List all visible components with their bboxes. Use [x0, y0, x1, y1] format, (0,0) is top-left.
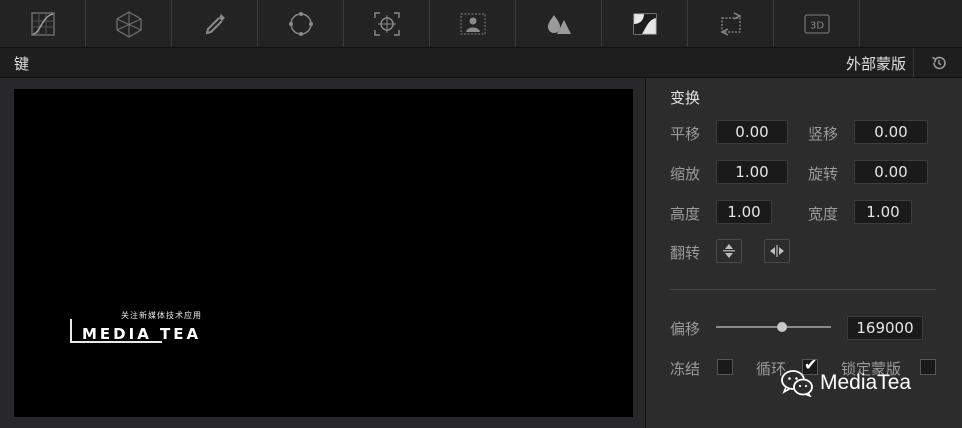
key-viewer-pane: 关注新媒体技术应用 MEDIA TEA — [0, 78, 646, 428]
blur-icon — [547, 14, 571, 34]
tool-blur[interactable] — [516, 0, 602, 47]
zoom-field[interactable]: 1.00 — [716, 160, 788, 184]
panel-title: 键 — [14, 55, 30, 73]
tool-window[interactable] — [258, 0, 344, 47]
tilt-label: 竖移 — [808, 125, 839, 143]
watermark-subtitle: 关注新媒体技术应用 — [121, 311, 202, 320]
palette-toolbar: 3D — [0, 0, 962, 48]
tool-tracker[interactable] — [344, 0, 430, 47]
flip-vertical-icon — [723, 244, 735, 258]
flip-vertical-button[interactable] — [716, 239, 742, 263]
freeze-label: 冻结 — [670, 360, 701, 378]
flip-label: 翻转 — [670, 244, 701, 262]
lock-mask-checkbox[interactable] — [920, 359, 936, 375]
height-label: 高度 — [670, 205, 701, 223]
key-icon — [633, 13, 656, 34]
key-viewer[interactable]: 关注新媒体技术应用 MEDIA TEA — [14, 89, 633, 417]
offset-slider-track[interactable] — [716, 326, 831, 328]
rotate-label: 旋转 — [808, 165, 839, 183]
tool-warper[interactable] — [86, 0, 172, 47]
rotate-field[interactable]: 0.00 — [854, 160, 928, 184]
3d-icon-label: 3D — [809, 20, 823, 31]
transform-panel: 变换 平移 0.00 竖移 0.00 缩放 1.00 旋转 0.00 高度 1.… — [646, 78, 962, 428]
flip-horizontal-icon — [770, 245, 784, 257]
offset-field[interactable]: 169000 — [847, 316, 923, 340]
width-field[interactable]: 1.00 — [854, 200, 912, 224]
section-divider — [670, 289, 936, 290]
tracker-icon — [373, 11, 400, 36]
reset-button[interactable] — [913, 48, 962, 77]
pan-field[interactable]: 0.00 — [716, 120, 788, 144]
eyedropper-icon — [205, 13, 225, 34]
wechat-watermark: MediaTea — [780, 369, 911, 397]
tool-key[interactable] — [602, 0, 688, 47]
sizing-icon — [719, 11, 742, 36]
tool-sizing[interactable] — [688, 0, 774, 47]
offset-label: 偏移 — [670, 320, 701, 338]
freeze-checkbox[interactable] — [717, 359, 733, 375]
zoom-label: 缩放 — [670, 165, 701, 183]
tilt-field[interactable]: 0.00 — [854, 120, 928, 144]
warper-icon — [115, 10, 142, 38]
outside-mask-button[interactable]: 外部蒙版 — [846, 53, 906, 74]
reset-icon — [931, 56, 946, 69]
tool-qualifier[interactable] — [172, 0, 258, 47]
wechat-icon — [781, 370, 813, 397]
tool-magic-mask[interactable] — [430, 0, 516, 47]
width-label: 宽度 — [808, 205, 839, 223]
magic-mask-icon — [459, 12, 486, 35]
transform-title: 变换 — [670, 89, 701, 107]
tool-curves[interactable] — [0, 0, 86, 47]
watermark-logo: MEDIA TEA — [82, 325, 202, 343]
offset-slider-handle[interactable] — [776, 322, 787, 332]
flip-horizontal-button[interactable] — [764, 239, 790, 263]
power-window-icon — [288, 11, 313, 36]
brand-text: MediaTea — [820, 371, 912, 394]
pan-label: 平移 — [670, 125, 701, 143]
height-field[interactable]: 1.00 — [716, 200, 772, 224]
3d-icon: 3D — [803, 13, 830, 34]
curve-icon — [30, 11, 55, 36]
panel-header: 键 外部蒙版 — [0, 48, 962, 78]
tool-3d[interactable]: 3D — [774, 0, 860, 47]
